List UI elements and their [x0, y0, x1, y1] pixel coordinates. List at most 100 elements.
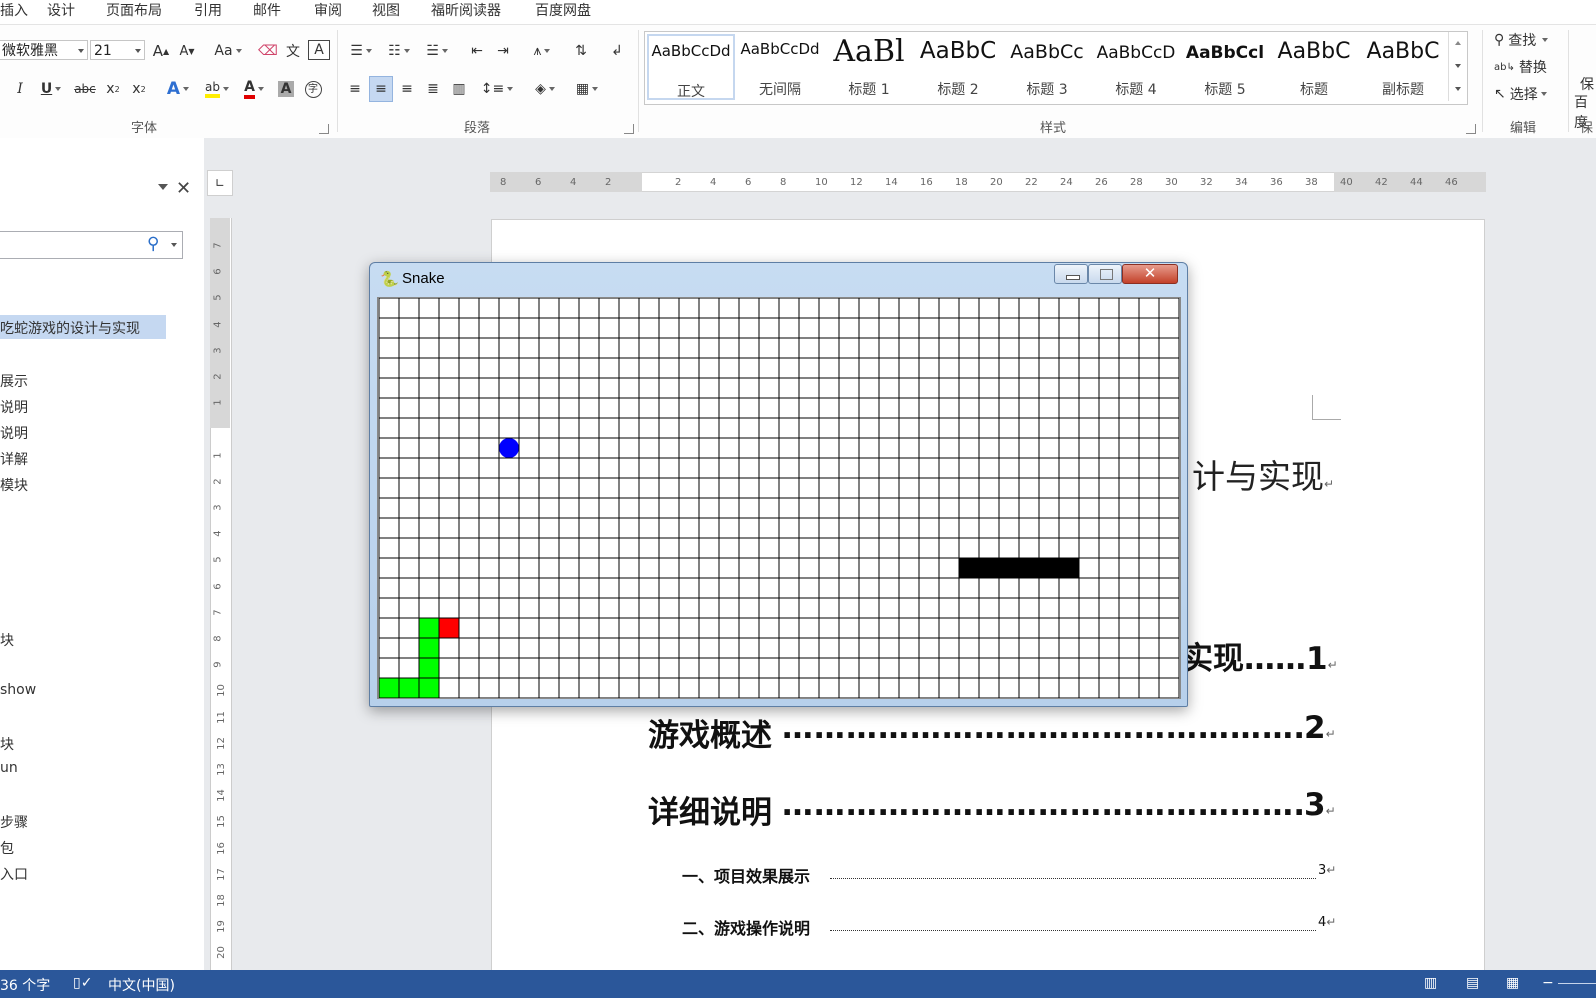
nav-item[interactable]: show	[0, 682, 36, 698]
web-layout-icon[interactable]: ▦	[1506, 975, 1519, 991]
paragraph-dialog-launcher[interactable]	[624, 124, 634, 134]
nav-item[interactable]: 块	[0, 734, 14, 754]
proofing-icon[interactable]: ▯✓	[73, 975, 92, 991]
replace-button[interactable]: ab↳ 替换	[1494, 57, 1547, 77]
align-center-button[interactable]: ≡	[369, 76, 393, 102]
nav-item[interactable]: 展示	[0, 371, 28, 391]
font-size-combo[interactable]: 21	[90, 40, 145, 60]
snake-game-canvas[interactable]	[377, 297, 1181, 699]
style-tile-subtitle[interactable]: AaBbC 副标题	[1359, 34, 1447, 100]
zoom-slider[interactable]	[1558, 983, 1596, 984]
highlight-button[interactable]: ab	[200, 78, 234, 100]
tab-review[interactable]: 审阅	[314, 0, 342, 19]
multilevel-list-button[interactable]: ☱	[420, 40, 454, 62]
shading-button[interactable]: ◈	[528, 78, 562, 100]
nav-item[interactable]: 详解	[0, 449, 28, 469]
select-button[interactable]: ↖ 选择	[1494, 84, 1547, 104]
close-button[interactable]: ✕	[1122, 264, 1178, 284]
toc-sub-entry-1[interactable]: 一、项目效果展示	[682, 863, 810, 887]
distributed-button[interactable]: ▥	[448, 78, 470, 100]
tab-page-layout[interactable]: 页面布局	[106, 0, 162, 19]
clear-format-button[interactable]: ⌫	[258, 40, 278, 62]
enclose-char-button[interactable]: 字	[302, 78, 324, 100]
nav-item[interactable]: 说明	[0, 397, 28, 417]
zoom-out-icon[interactable]: −	[1542, 975, 1554, 991]
toc-sub-page-2[interactable]: 4↵	[1318, 915, 1336, 930]
superscript-button[interactable]: x2	[128, 78, 150, 100]
find-button[interactable]: ⚲ 查找	[1494, 30, 1549, 50]
gallery-scroll-up[interactable]	[1448, 32, 1467, 55]
underline-button[interactable]: U	[36, 78, 66, 100]
style-tile-heading-2[interactable]: AaBbC 标题 2	[914, 34, 1002, 100]
maximize-button[interactable]	[1088, 264, 1122, 284]
style-tile-normal[interactable]: AaBbCcDd 正文	[647, 34, 735, 100]
gallery-scroll-down[interactable]	[1448, 55, 1467, 78]
toc-sub-page-1[interactable]: 3↵	[1318, 863, 1336, 878]
nav-item[interactable]: 说明	[0, 423, 28, 443]
nav-heading-selected[interactable]: 吃蛇游戏的设计与实现	[0, 315, 166, 339]
nav-item[interactable]: un	[0, 760, 18, 776]
sort-button[interactable]: ⇅	[570, 40, 592, 62]
doc-title-fragment[interactable]: 计与实现↵	[1192, 450, 1334, 498]
bullets-button[interactable]: ☰	[345, 40, 377, 62]
nav-item[interactable]: 步骤	[0, 812, 28, 832]
increase-indent-button[interactable]: ⇥	[492, 40, 514, 62]
char-border-button[interactable]: A	[308, 40, 330, 60]
text-effects-button[interactable]: A	[162, 78, 194, 100]
toc-sub-entry-2[interactable]: 二、游戏操作说明	[682, 915, 810, 939]
gallery-more-button[interactable]	[1448, 78, 1467, 101]
shrink-font-button[interactable]: A ▼	[176, 40, 198, 62]
language-indicator[interactable]: 中文(中国)	[108, 975, 175, 995]
char-shading-button[interactable]: A	[276, 78, 296, 100]
print-layout-icon[interactable]: ▤	[1466, 975, 1479, 991]
style-tile-title[interactable]: AaBbC 标题	[1270, 34, 1358, 100]
style-tile-heading-3[interactable]: AaBbCc 标题 3	[1003, 34, 1091, 100]
tab-references[interactable]: 引用	[194, 0, 222, 19]
toc-entry-2[interactable]: 游戏概述	[648, 710, 772, 755]
show-marks-button[interactable]: ↲	[606, 40, 628, 62]
font-dialog-launcher[interactable]	[319, 124, 329, 134]
style-tile-heading-4[interactable]: AaBbCcD 标题 4	[1092, 34, 1180, 100]
chinese-layout-button[interactable]: ⩚	[526, 40, 558, 62]
pane-options-icon[interactable]	[158, 184, 168, 190]
save-to-baidu-label-1[interactable]: 保	[1580, 74, 1594, 94]
tab-insert[interactable]: 插入	[0, 0, 28, 19]
read-mode-icon[interactable]: ▥	[1424, 975, 1437, 991]
nav-item[interactable]: 块	[0, 630, 14, 650]
tab-selector-button[interactable]: ∟	[207, 170, 233, 196]
toc-entry-3[interactable]: 详细说明	[648, 787, 772, 832]
font-name-combo[interactable]: 微软雅黑	[0, 40, 88, 60]
word-count[interactable]: 36 个字	[0, 975, 50, 995]
nav-item[interactable]: 包	[0, 838, 14, 858]
tab-design[interactable]: 设计	[47, 0, 75, 19]
change-case-button[interactable]: Aa	[210, 40, 246, 62]
toc-page-3[interactable]: 3↵	[1304, 787, 1336, 823]
tab-foxit-reader[interactable]: 福昕阅读器	[431, 0, 501, 19]
minimize-button[interactable]	[1054, 264, 1088, 284]
align-left-button[interactable]: ≡	[344, 78, 366, 100]
toc-page-2[interactable]: 2↵	[1304, 710, 1336, 746]
style-tile-heading-1[interactable]: AaBl 标题 1	[825, 34, 913, 100]
subscript-button[interactable]: x2	[102, 78, 124, 100]
close-pane-icon[interactable]: ✕	[176, 178, 191, 199]
nav-item[interactable]: 模块	[0, 475, 28, 495]
style-tile-heading-5[interactable]: AaBbCcl 标题 5	[1181, 34, 1269, 100]
phonetic-guide-button[interactable]: 文	[282, 40, 304, 62]
align-right-button[interactable]: ≡	[396, 78, 418, 100]
justify-button[interactable]: ≣	[422, 78, 444, 100]
tab-view[interactable]: 视图	[372, 0, 400, 19]
tab-mailings[interactable]: 邮件	[253, 0, 281, 19]
numbering-button[interactable]: ☷	[382, 40, 416, 62]
nav-item[interactable]: 入口	[0, 864, 28, 884]
font-color-button[interactable]: A	[238, 78, 270, 100]
tab-baidu-netdisk[interactable]: 百度网盘	[535, 0, 591, 19]
italic-button[interactable]: I	[10, 78, 30, 100]
line-spacing-button[interactable]: ↕≡	[480, 78, 514, 100]
search-icon[interactable]: ⚲	[147, 234, 159, 254]
toc-entry-1[interactable]: 实现……1↵	[1182, 633, 1338, 678]
strikethrough-button[interactable]: abc	[72, 78, 98, 100]
borders-button[interactable]: ▦	[570, 78, 604, 100]
decrease-indent-button[interactable]: ⇤	[466, 40, 488, 62]
styles-dialog-launcher[interactable]	[1466, 124, 1476, 134]
search-options-icon[interactable]	[171, 243, 177, 247]
